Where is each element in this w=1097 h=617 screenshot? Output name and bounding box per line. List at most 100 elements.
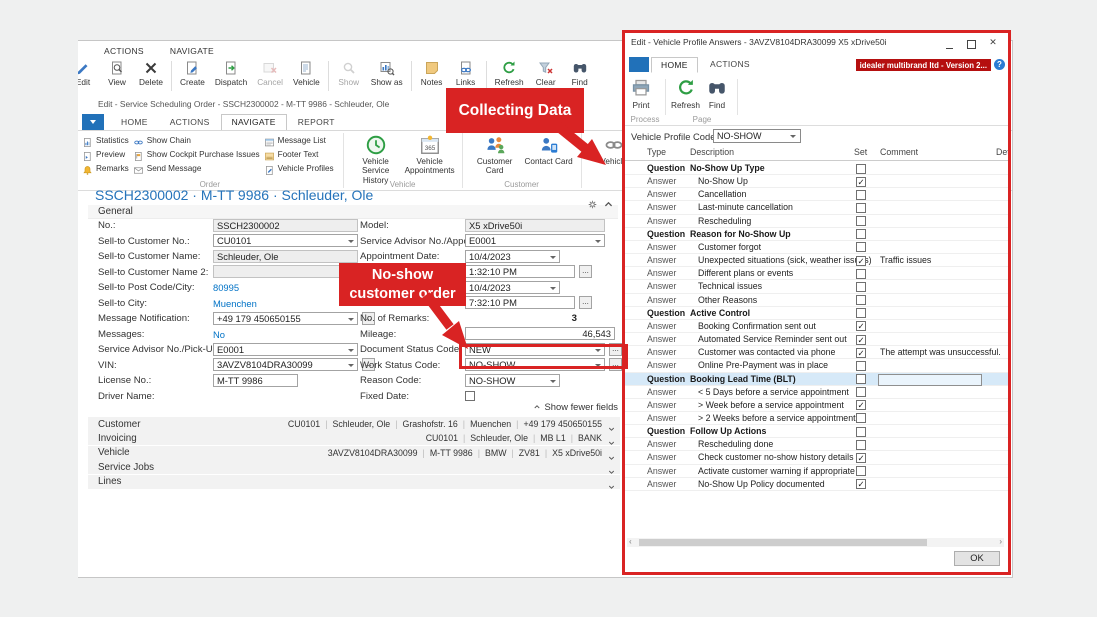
answers-table-row[interactable]: AnswerNo-Show Up✓ xyxy=(625,175,1008,188)
-input[interactable]: 1:32:10 PM xyxy=(465,265,575,278)
sell-to-customer-no-input[interactable]: CU0101 xyxy=(213,234,358,247)
edit-button[interactable]: Edit xyxy=(78,58,100,87)
answers-table-row[interactable]: AnswerCustomer was contacted via phone✓T… xyxy=(625,346,1008,359)
remarks-button[interactable]: Remarks xyxy=(82,161,129,175)
answers-table-row[interactable]: AnswerOnline Pre-Payment was in place xyxy=(625,359,1008,372)
messages-link[interactable]: No xyxy=(213,329,225,342)
set-checkbox[interactable] xyxy=(856,282,866,292)
customer-card-button[interactable]: Customer Card xyxy=(468,133,522,176)
view-button[interactable]: View xyxy=(100,58,134,87)
column-header-type[interactable]: Type xyxy=(647,147,666,157)
answers-table-row[interactable]: QuestionNo-Show Up Type xyxy=(625,162,1008,175)
statistics-button[interactable]: Statistics xyxy=(82,133,129,147)
dialog-app-menu-button[interactable] xyxy=(629,57,649,72)
tab-home[interactable]: HOME xyxy=(110,114,159,130)
contact-card-button[interactable]: Contact Card xyxy=(522,133,576,166)
refresh-button[interactable]: Refresh xyxy=(671,78,700,110)
answers-table-row[interactable]: AnswerDifferent plans or events xyxy=(625,267,1008,280)
appointment-date-input[interactable]: 10/4/2023 xyxy=(465,250,560,263)
preview-button[interactable]: Preview xyxy=(82,147,129,161)
gear-icon[interactable] xyxy=(587,197,598,208)
answers-table-row[interactable]: Answer> 2 Weeks before a service appoint… xyxy=(625,412,1008,425)
set-checkbox[interactable]: ✓ xyxy=(856,256,866,266)
menu-item-navigate[interactable]: NAVIGATE xyxy=(170,46,214,56)
set-checkbox[interactable] xyxy=(856,427,866,437)
dialog-tab-home[interactable]: HOME xyxy=(651,57,698,73)
set-checkbox[interactable] xyxy=(856,387,866,397)
dispatch-button[interactable]: Dispatch xyxy=(210,58,252,87)
answers-table-row[interactable]: QuestionBooking Lead Time (BLT) xyxy=(625,373,1008,386)
close-button[interactable]: ✕ xyxy=(986,36,1000,48)
scroll-left-icon[interactable]: ‹ xyxy=(629,537,632,546)
links-button[interactable]: Links xyxy=(449,58,483,87)
general-fasttab-header[interactable]: General xyxy=(88,205,618,219)
answers-table-row[interactable]: AnswerAutomated Service Reminder sent ou… xyxy=(625,333,1008,346)
set-checkbox[interactable]: ✓ xyxy=(856,177,866,187)
set-checkbox[interactable]: ✓ xyxy=(856,335,866,345)
set-checkbox[interactable]: ✓ xyxy=(856,479,866,489)
set-checkbox[interactable] xyxy=(856,374,866,384)
answers-table-row[interactable]: AnswerRescheduling xyxy=(625,215,1008,228)
delete-button[interactable]: Delete xyxy=(134,58,168,87)
chevron-down-icon[interactable] xyxy=(607,434,616,442)
vin-input[interactable]: 3AVZV8104DRA30099 xyxy=(213,358,358,371)
column-header-set[interactable]: Set xyxy=(854,147,867,157)
-input[interactable]: 10/4/2023 xyxy=(465,281,560,294)
answers-table-row[interactable]: Answer< 5 Days before a service appointm… xyxy=(625,386,1008,399)
sell-to-post-code-city-link[interactable]: 80995 xyxy=(213,282,239,295)
column-header-comment[interactable]: Comment xyxy=(880,147,918,157)
mileage-input[interactable]: 46,543 xyxy=(465,327,615,340)
set-checkbox[interactable] xyxy=(856,361,866,371)
message-notification-input[interactable]: +49 179 450650155 xyxy=(213,312,358,325)
horizontal-scrollbar[interactable]: ‹ › xyxy=(627,538,1004,547)
tab-report[interactable]: REPORT xyxy=(287,114,346,130)
send-message-button[interactable]: Send Message xyxy=(133,161,260,175)
set-checkbox[interactable]: ✓ xyxy=(856,321,866,331)
fasttab-vehicle[interactable]: Vehicle3AVZV8104DRA30099|M-TT 9986|BMW|Z… xyxy=(88,446,620,460)
service-advisor-no-appointment-input[interactable]: E0001 xyxy=(465,234,605,247)
answers-table-row[interactable]: QuestionActive Control xyxy=(625,307,1008,320)
minimize-button[interactable] xyxy=(942,36,956,48)
tab-navigate[interactable]: NAVIGATE xyxy=(221,114,287,131)
scrollbar-thumb[interactable] xyxy=(639,539,927,546)
answers-table-row[interactable]: QuestionFollow Up Actions xyxy=(625,425,1008,438)
set-checkbox[interactable] xyxy=(856,216,866,226)
notes-button[interactable]: Notes xyxy=(415,58,449,87)
set-checkbox[interactable] xyxy=(856,242,866,252)
vehicle-service-history-button[interactable]: Vehicle Service History xyxy=(349,133,403,185)
vehicle-button[interactable]: Vehicle xyxy=(288,58,325,87)
set-checkbox[interactable] xyxy=(856,440,866,450)
set-checkbox[interactable] xyxy=(856,295,866,305)
fasttab-invoicing[interactable]: InvoicingCU0101|Schleuder, Ole|MB L1|BAN… xyxy=(88,431,620,445)
license-no-input[interactable]: M-TT 9986 xyxy=(213,374,298,387)
set-checkbox[interactable] xyxy=(856,203,866,213)
set-checkbox[interactable] xyxy=(856,164,866,174)
find-button[interactable]: Find xyxy=(707,78,727,110)
column-header-deta[interactable]: Deta xyxy=(996,147,1008,157)
menu-item-actions[interactable]: ACTIONS xyxy=(104,46,144,56)
sell-to-city-link[interactable]: Muenchen xyxy=(213,298,257,311)
fixed-date-checkbox[interactable] xyxy=(465,391,475,401)
set-checkbox[interactable] xyxy=(856,466,866,476)
comment-input[interactable] xyxy=(878,374,982,386)
chevron-down-icon[interactable] xyxy=(607,449,616,457)
ellipsis-button[interactable]: ... xyxy=(579,296,592,309)
answers-table-row[interactable]: AnswerLast-minute cancellation xyxy=(625,201,1008,214)
fasttab-service-jobs[interactable]: Service Jobs xyxy=(88,460,620,474)
show-fewer-fields-link[interactable]: Show fewer fields xyxy=(78,401,618,412)
dialog-tab-actions[interactable]: ACTIONS xyxy=(701,57,759,71)
answers-table-row[interactable]: AnswerNo-Show Up Policy documented✓ xyxy=(625,478,1008,491)
find-button[interactable]: Find xyxy=(563,58,597,87)
show-chain-button[interactable]: Show Chain xyxy=(133,133,260,147)
answers-table-row[interactable]: AnswerTechnical issues xyxy=(625,280,1008,293)
answers-table-row[interactable]: AnswerRescheduling done xyxy=(625,438,1008,451)
help-icon[interactable]: ? xyxy=(994,59,1005,70)
set-checkbox[interactable]: ✓ xyxy=(856,400,866,410)
vehicle-profile-code-select[interactable]: NO-SHOW xyxy=(713,129,801,143)
show-as-button[interactable]: Show as xyxy=(366,58,408,87)
set-checkbox[interactable] xyxy=(856,229,866,239)
set-checkbox[interactable]: ✓ xyxy=(856,348,866,358)
scroll-right-icon[interactable]: › xyxy=(999,537,1002,546)
reason-code-input[interactable]: NO-SHOW xyxy=(465,374,560,387)
app-menu-button[interactable] xyxy=(82,114,104,130)
